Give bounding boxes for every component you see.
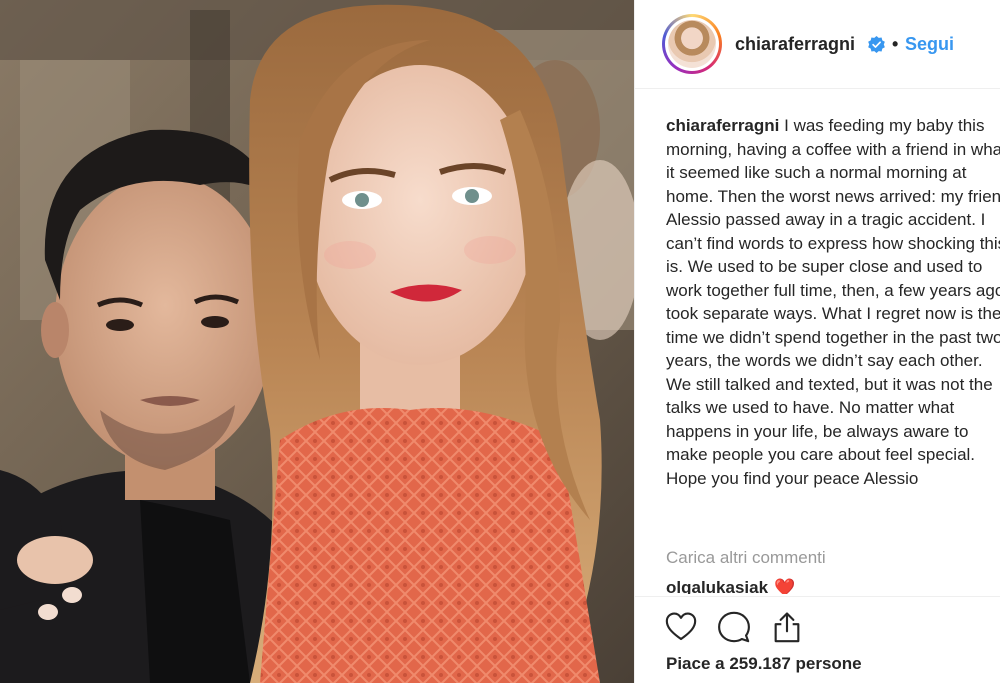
post-side-panel: chiaraferragni • Segui chiaraferragni I … [634, 0, 1000, 683]
share-icon[interactable] [770, 610, 804, 644]
load-more-comments-link[interactable]: Carica altri commenti [666, 548, 826, 568]
separator-dot: • [892, 34, 899, 54]
comment-bubble-icon[interactable] [717, 610, 751, 644]
likes-count[interactable]: Piace a 259.187 persone [666, 654, 862, 674]
avatar[interactable] [662, 14, 722, 74]
comment-preview: olgalukasiak ❤️ [666, 578, 1000, 594]
follow-button[interactable]: Segui [905, 34, 954, 55]
avatar-image [668, 20, 716, 68]
photo-illustration [0, 0, 634, 683]
post-actions-bar: Piace a 259.187 persone [635, 596, 1000, 683]
caption-username[interactable]: chiaraferragni [666, 116, 779, 135]
instagram-post: chiaraferragni • Segui chiaraferragni I … [0, 0, 1000, 683]
post-header: chiaraferragni • Segui [635, 0, 1000, 89]
comment-username[interactable]: olgalukasiak [666, 578, 768, 594]
caption-text: I was feeding my baby this morning, havi… [666, 116, 1000, 488]
author-username[interactable]: chiaraferragni [735, 34, 855, 55]
post-photo[interactable] [0, 0, 634, 683]
heart-icon[interactable] [664, 610, 698, 644]
post-caption: chiaraferragni I was feeding my baby thi… [666, 114, 1000, 490]
avatar-frame [665, 17, 719, 71]
comment-emoji: ❤️ [774, 578, 796, 594]
verified-badge-icon [868, 36, 885, 53]
